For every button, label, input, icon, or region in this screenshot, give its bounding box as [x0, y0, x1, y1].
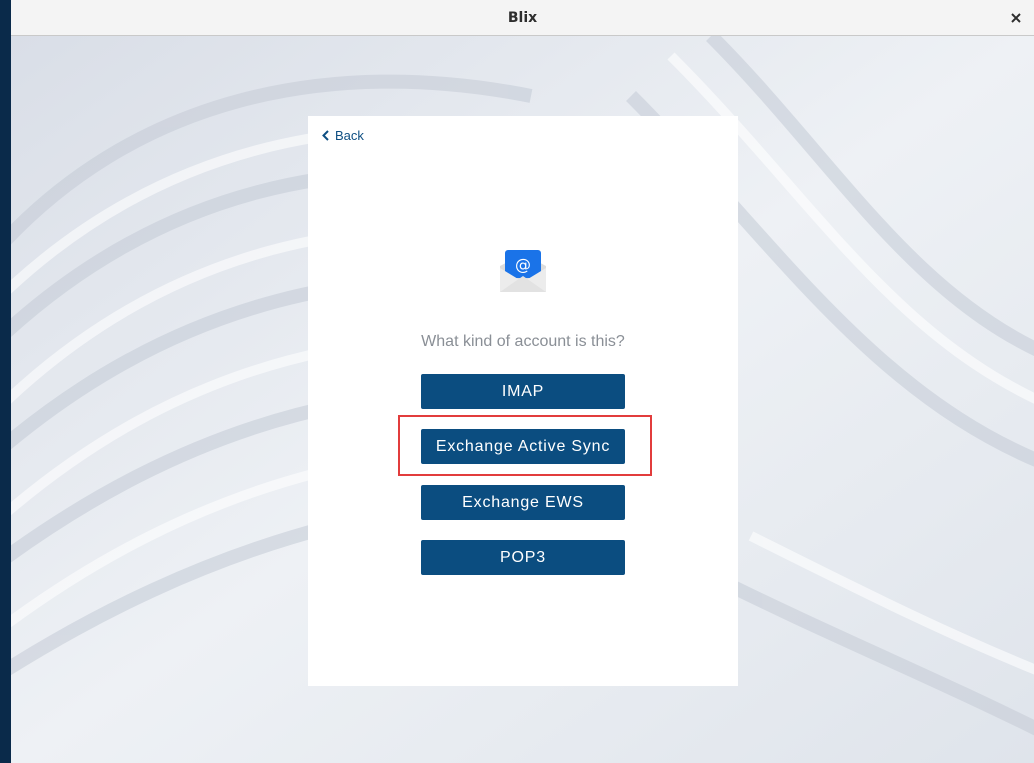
back-label: Back — [335, 128, 364, 143]
chevron-left-icon — [322, 130, 329, 141]
title-bar: Blix — [11, 0, 1034, 36]
account-type-card: Back @ What kind of account is this? IMA… — [308, 116, 738, 686]
email-envelope-icon: @ — [500, 250, 546, 292]
back-link[interactable]: Back — [322, 128, 364, 143]
account-type-question: What kind of account is this? — [421, 333, 625, 350]
imap-button[interactable]: IMAP — [421, 374, 625, 409]
close-button[interactable] — [1006, 8, 1026, 28]
exchange-ews-button[interactable]: Exchange EWS — [421, 485, 625, 520]
close-icon — [1011, 13, 1021, 23]
selection-highlight-box — [398, 415, 652, 476]
pop3-button[interactable]: POP3 — [421, 540, 625, 575]
svg-text:@: @ — [515, 255, 531, 274]
window-title: Blix — [507, 10, 538, 26]
app-window: Blix Back @ What kind of account is this… — [11, 0, 1034, 763]
